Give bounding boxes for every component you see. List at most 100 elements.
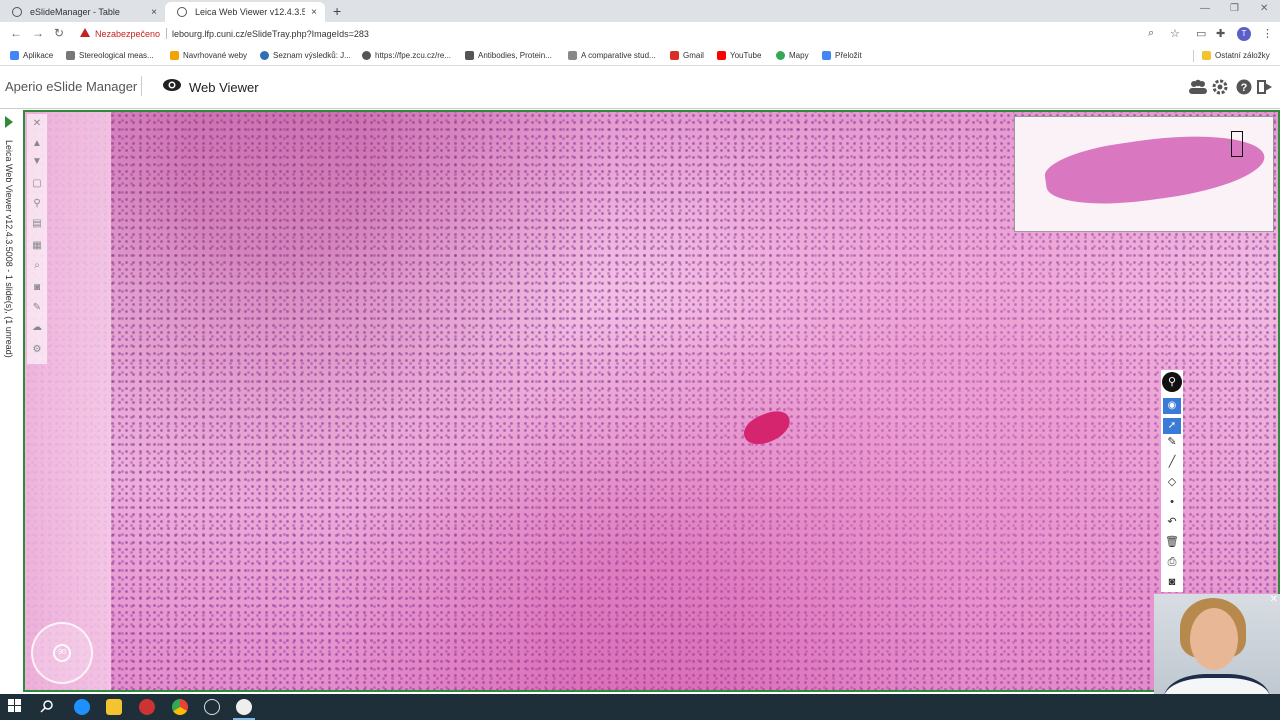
extensions-icon[interactable]: ✚: [1216, 27, 1225, 40]
bookmark-stereological[interactable]: Stereological meas...: [66, 51, 154, 60]
windows-start-icon[interactable]: [8, 699, 24, 715]
grid-icon[interactable]: ▦: [31, 240, 43, 252]
bookmark-other-folder[interactable]: Ostatní záložky: [1202, 51, 1270, 60]
map-pin-icon[interactable]: ⚲: [1162, 372, 1182, 392]
app-brand[interactable]: Aperio eSlide Manager: [5, 79, 137, 94]
reload-icon[interactable]: ↻: [54, 26, 64, 40]
star-icon[interactable]: ☆: [1170, 27, 1180, 40]
svg-text:?: ?: [1241, 82, 1248, 94]
logout-icon[interactable]: [1257, 79, 1273, 100]
ruler-icon[interactable]: ◇: [1164, 474, 1180, 490]
tab-title: eSlideManager - Table: [30, 7, 120, 17]
page-icon: [465, 51, 474, 60]
bookmark-navrhovane-weby[interactable]: Navrhované weby: [170, 51, 247, 60]
bookmark-youtube[interactable]: YouTube: [717, 51, 761, 60]
bookmark-prelozit[interactable]: Přeložit: [822, 51, 862, 60]
reading-list-icon[interactable]: ▭: [1196, 27, 1206, 40]
app-icon[interactable]: [204, 699, 220, 715]
edge-browser-icon[interactable]: [74, 699, 90, 715]
line-icon[interactable]: ╱: [1164, 454, 1180, 470]
expand-panel-arrow-icon[interactable]: [5, 116, 13, 128]
presenter-face: [1190, 608, 1238, 670]
pin-icon[interactable]: ⚲: [31, 198, 43, 210]
bookmark-gmail[interactable]: Gmail: [670, 51, 704, 60]
menu-kebab-icon[interactable]: ⋮: [1262, 27, 1273, 40]
search-icon[interactable]: [40, 699, 56, 715]
bookmarks-bar: Aplikace Stereological meas... Navrhovan…: [0, 46, 1280, 66]
close-icon[interactable]: ✕: [31, 118, 43, 130]
close-icon[interactable]: ×: [151, 7, 157, 18]
pencil-icon[interactable]: ✎: [1164, 434, 1180, 450]
visibility-toggle-icon[interactable]: ◉: [1163, 398, 1181, 414]
web-viewer-label: Web Viewer: [189, 80, 259, 95]
globe-icon: [12, 7, 22, 17]
close-icon[interactable]: ×: [311, 7, 317, 18]
viewer-status-text: Leica Web Viewer v12.4.3.5008 - 1 slide(…: [4, 140, 14, 358]
close-icon[interactable]: ✕: [1270, 594, 1278, 605]
pan-navigation-wheel[interactable]: 90: [31, 622, 93, 684]
bookmark-fpe-zcu[interactable]: https://fpe.zcu.cz/re...: [362, 51, 451, 60]
header-separator: [141, 76, 142, 96]
slide-panel-label[interactable]: Leica Web Viewer v12.4.3.5008 - 1 slide(…: [2, 140, 20, 400]
settings-icon[interactable]: ⚙: [31, 344, 43, 356]
users-icon[interactable]: [1188, 79, 1208, 100]
restore-icon[interactable]: ❐: [1230, 3, 1239, 14]
pointer-tool-icon[interactable]: ➚: [1163, 418, 1181, 434]
zoom-region-icon[interactable]: ⌕: [31, 260, 43, 272]
zoom-level[interactable]: 90: [53, 644, 71, 662]
zoom-icon[interactable]: ⌕: [1148, 27, 1154, 40]
bookmarks-separator: [1193, 50, 1194, 62]
tab-web-viewer[interactable]: Leica Web Viewer v12.4.3.5008 ×: [165, 2, 325, 22]
camera-icon[interactable]: ◙: [31, 282, 43, 294]
back-icon[interactable]: ←: [10, 26, 22, 40]
warning-icon: [80, 28, 90, 37]
file-explorer-icon[interactable]: [106, 699, 122, 715]
frame-icon[interactable]: ▢: [31, 178, 43, 190]
app-icon[interactable]: [139, 699, 155, 715]
chrome-icon[interactable]: [172, 699, 188, 715]
new-tab-button[interactable]: +: [333, 3, 341, 19]
left-toolbar: ✕ ▲ ▼ ▢ ⚲ ▤ ▦ ⌕ ◙ ✎ ☁ ⚙: [27, 114, 47, 364]
url-input[interactable]: lebourg.lfp.cuni.cz/eSlideTray.php?Image…: [172, 29, 369, 39]
gear-icon[interactable]: [1212, 79, 1228, 100]
profile-avatar[interactable]: T: [1237, 27, 1251, 41]
bookmark-seznam-vysledku[interactable]: Seznam výsledků: J...: [260, 51, 351, 60]
windows-taskbar: [0, 694, 1280, 720]
print-icon[interactable]: ⎙: [1164, 554, 1180, 570]
bookmark-mapy[interactable]: Mapy: [776, 51, 809, 60]
help-icon[interactable]: ?: [1236, 79, 1252, 100]
youtube-icon: [717, 51, 726, 60]
camera-icon[interactable]: ◙: [1164, 574, 1180, 590]
slide-thumbnail[interactable]: [1014, 116, 1274, 232]
page-icon: [170, 51, 179, 60]
bookmark-aplikace[interactable]: Aplikace: [10, 51, 53, 60]
map-pin-icon[interactable]: [236, 699, 252, 715]
cloud-icon[interactable]: ☁: [31, 322, 43, 334]
globe-icon: [362, 51, 371, 60]
url-separator: [166, 28, 167, 39]
map-pin-icon: [776, 51, 785, 60]
minimize-icon[interactable]: —: [1200, 3, 1210, 14]
bookmark-comparative-study[interactable]: A comparative stud...: [568, 51, 656, 60]
layers-icon[interactable]: ▤: [31, 218, 43, 230]
trash-icon[interactable]: 🗑: [1164, 534, 1180, 550]
undo-icon[interactable]: ↶: [1164, 514, 1180, 530]
thumbnail-viewport-box[interactable]: [1231, 131, 1243, 157]
arrow-up-icon[interactable]: ▲: [31, 138, 43, 150]
bookmark-antibodies[interactable]: Antibodies, Protein...: [465, 51, 552, 60]
apps-grid-icon: [10, 51, 19, 60]
tab-title: Leica Web Viewer v12.4.3.5008: [195, 7, 306, 17]
dot-icon[interactable]: •: [1164, 494, 1180, 510]
window-close-icon[interactable]: ✕: [1260, 3, 1268, 14]
arrow-down-icon[interactable]: ▼: [31, 156, 43, 168]
eye-icon: [162, 78, 182, 97]
gmail-icon: [670, 51, 679, 60]
pen-icon[interactable]: ✎: [31, 302, 43, 314]
translate-icon: [822, 51, 831, 60]
forward-icon[interactable]: →: [32, 26, 44, 40]
tab-eslidemanager[interactable]: eSlideManager - Table ×: [0, 2, 165, 22]
address-bar: ← → ↻ Nezabezpečeno lebourg.lfp.cuni.cz/…: [0, 22, 1280, 46]
app-header: Aperio eSlide Manager Web Viewer ?: [0, 67, 1280, 109]
security-warning[interactable]: Nezabezpečeno: [95, 29, 160, 39]
slide-viewer[interactable]: ✕ ▲ ▼ ▢ ⚲ ▤ ▦ ⌕ ◙ ✎ ☁ ⚙ ✎ ╱ ◇ • ↶ 🗑 ⎙ ◙ …: [23, 110, 1280, 692]
